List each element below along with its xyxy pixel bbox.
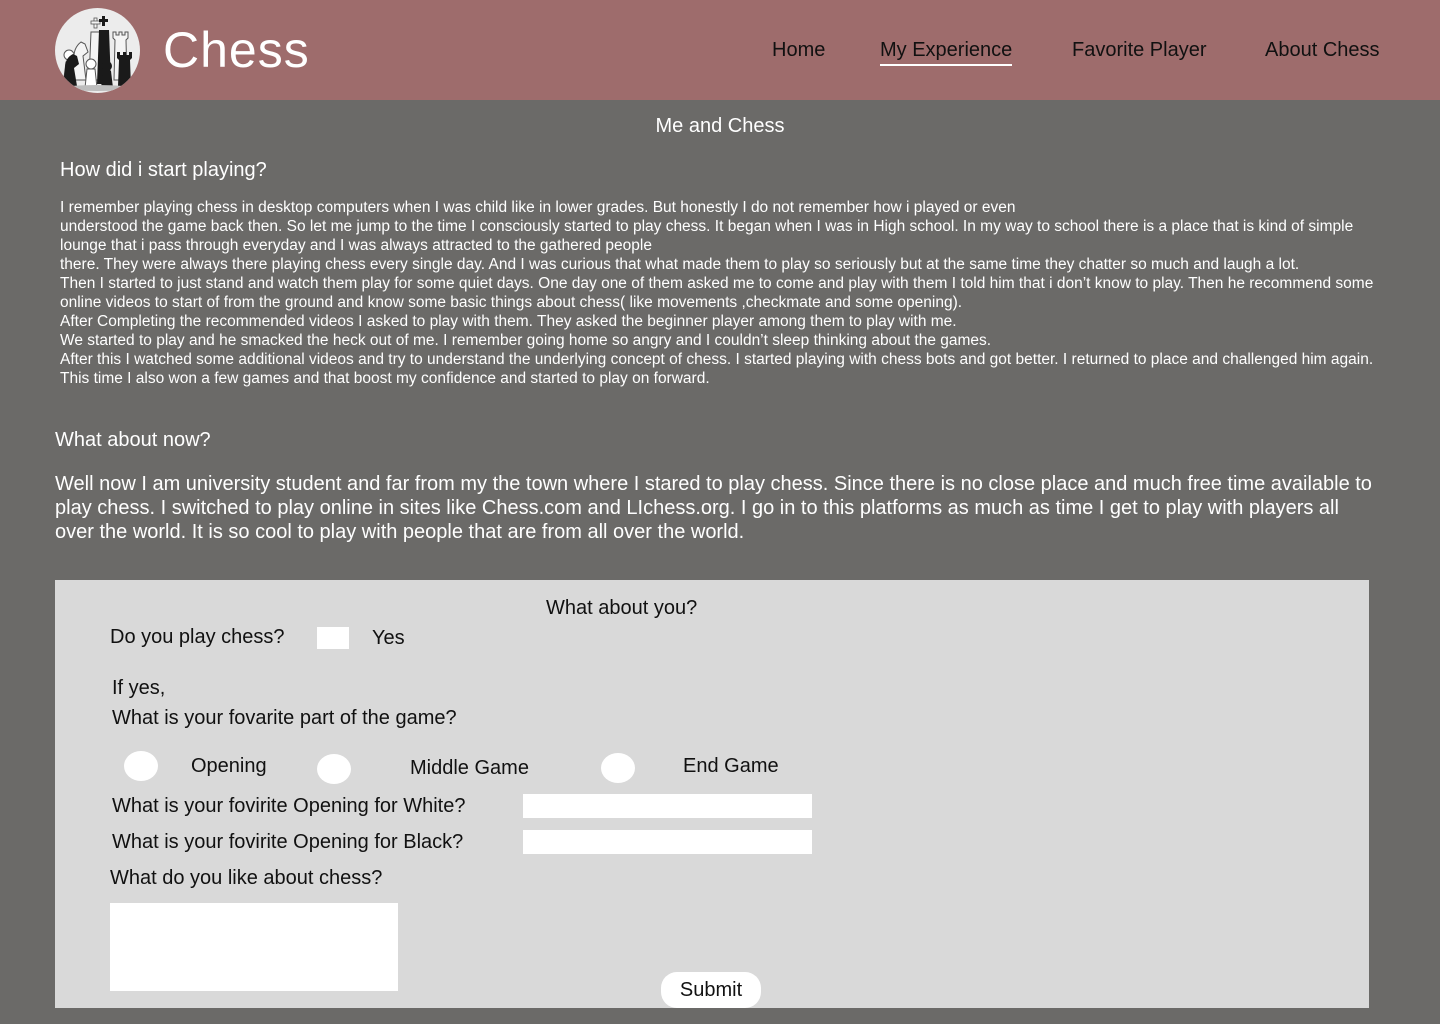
chess-pieces-icon[interactable]	[55, 8, 140, 93]
form-title: What about you?	[546, 597, 698, 619]
middle-game-label: Middle Game	[410, 757, 529, 779]
play-question-label: Do you play chess?	[110, 626, 285, 648]
opening-radio[interactable]	[124, 751, 158, 781]
nav-home[interactable]: Home	[772, 38, 825, 62]
story-paragraph: I remember playing chess in desktop comp…	[60, 199, 1016, 216]
site-header: Chess Home My Experience Favorite Player…	[0, 0, 1440, 100]
opening-label: Opening	[191, 755, 267, 777]
if-yes-label: If yes,	[112, 677, 166, 699]
now-text: Well now I am university student and far…	[55, 473, 1372, 543]
story-paragraph: Then I started to just stand and watch t…	[60, 275, 1374, 311]
yes-label: Yes	[372, 627, 405, 649]
nav-my-experience[interactable]: My Experience	[880, 38, 1013, 66]
nav-favorite-player[interactable]: Favorite Player	[1072, 38, 1207, 62]
white-opening-input[interactable]	[523, 794, 812, 818]
black-opening-label: What is your fovirite Opening for Black?	[112, 831, 464, 853]
site-brand: Chess	[163, 22, 310, 78]
middle-game-radio[interactable]	[317, 754, 351, 784]
page-title: Me and Chess	[655, 115, 785, 137]
story-paragraph: We started to play and he smacked the he…	[60, 332, 992, 349]
survey-form: What about you? Do you play chess? Yes I…	[55, 580, 1369, 1008]
black-opening-input[interactable]	[523, 830, 812, 854]
like-textarea[interactable]	[110, 903, 398, 991]
white-opening-label: What is your fovirite Opening for White?	[112, 795, 466, 817]
play-chess-checkbox[interactable]	[317, 627, 349, 649]
end-game-radio[interactable]	[601, 753, 635, 783]
story-paragraph: After Completing the recommended videos …	[60, 313, 957, 330]
chess-pieces-graphic	[63, 16, 132, 91]
like-label: What do you like about chess?	[110, 867, 383, 889]
end-game-label: End Game	[683, 755, 779, 777]
submit-button[interactable]: Submit	[661, 972, 761, 1008]
story-paragraph: understood the game back then. So let me…	[60, 218, 1354, 254]
story-text: I remember playing chess in desktop comp…	[60, 198, 1400, 388]
nav-about-chess[interactable]: About Chess	[1265, 38, 1380, 62]
now-heading: What about now?	[55, 429, 211, 451]
story-paragraph: After this I watched some additional vid…	[60, 351, 1374, 387]
favorite-part-question: What is your fovarite part of the game?	[112, 707, 457, 729]
story-paragraph: there. They were always there playing ch…	[60, 256, 1300, 273]
start-heading: How did i start playing?	[60, 159, 267, 181]
